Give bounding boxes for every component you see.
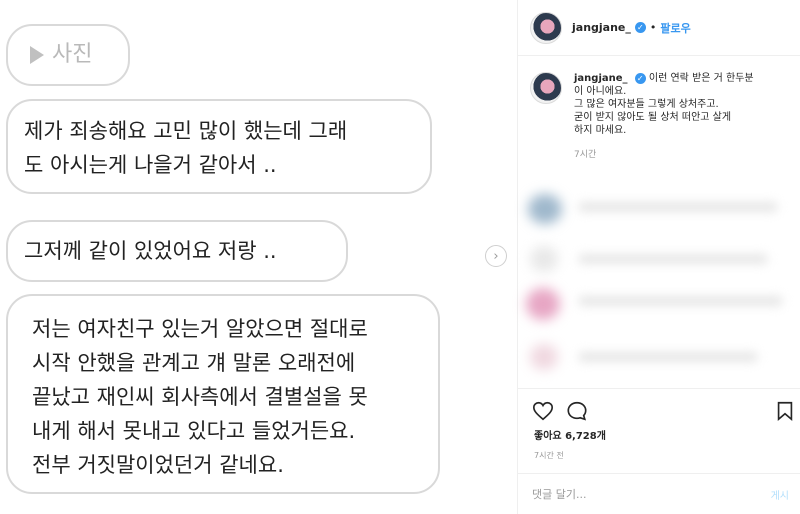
blurred-text	[578, 254, 768, 264]
message-line: 전부 거짓말이었던거 같네요.	[32, 453, 284, 477]
blurred-comment	[518, 284, 800, 324]
message-bubble-1: 제가 죄송해요 고민 많이 했는데 그래 도 아시는게 나을거 같아서 ..	[6, 99, 432, 194]
message-line: 그저께 같이 있었어요 저랑 ..	[24, 239, 277, 263]
blurred-avatar	[526, 288, 560, 320]
blurred-comment	[518, 190, 800, 230]
blurred-comment	[518, 240, 800, 280]
caption-line: 이 아니에요.	[574, 86, 627, 97]
blurred-text	[578, 296, 783, 306]
chevron-right-icon[interactable]: ›	[485, 245, 507, 267]
blurred-comment	[518, 338, 800, 378]
post-header: jangjane_ ✓ • 팔로우	[518, 0, 800, 56]
caption-lines: 이 아니에요. 그 많은 여자분들 그렇게 상처주고. 굳이 받지 않아도 될 …	[574, 85, 754, 137]
verified-badge-icon: ✓	[634, 22, 646, 33]
message-line: 저는 여자친구 있는거 알았으면 절대로	[32, 317, 368, 341]
header-username[interactable]: jangjane_	[572, 21, 631, 34]
separator: •	[649, 21, 657, 34]
caption-first-line: 이런 연락 받은 거 한두분	[648, 73, 754, 84]
play-icon	[30, 46, 44, 64]
caption-body: jangjane_ ✓ 이런 연락 받은 거 한두분 이 아니에요. 그 많은 …	[574, 72, 754, 162]
message-line: 도 아시는게 나을거 같아서 ..	[24, 153, 277, 177]
post-side-panel: jangjane_ ✓ • 팔로우 jangjane_ ✓ 이런 연락 받은 거…	[517, 0, 800, 514]
message-bubble-3: 저는 여자친구 있는거 알았으면 절대로 시작 안했을 관계고 걔 말론 오래전…	[6, 294, 440, 494]
action-bar	[518, 388, 800, 432]
message-line: 끝났고 재인씨 회사측에서 결별설을 못	[32, 385, 368, 409]
caption-line: 그 많은 여자분들 그렇게 상처주고.	[574, 99, 719, 110]
add-comment-bar: 댓글 달기... 게시	[518, 473, 800, 514]
caption: jangjane_ ✓ 이런 연락 받은 거 한두분 이 아니에요. 그 많은 …	[530, 72, 790, 162]
message-line: 시작 안했을 관계고 걔 말론 오래전에	[32, 351, 356, 375]
blurred-avatar	[528, 194, 562, 224]
verified-badge-icon: ✓	[634, 73, 646, 84]
message-bubble-2: 그저께 같이 있었어요 저랑 ..	[6, 220, 348, 282]
comment-bubble-icon[interactable]	[566, 400, 588, 422]
comment-input[interactable]: 댓글 달기...	[532, 486, 586, 502]
follow-button[interactable]: 팔로우	[660, 20, 690, 36]
post-media: 사진 제가 죄송해요 고민 많이 했는데 그래 도 아시는게 나을거 같아서 .…	[0, 0, 517, 514]
like-count[interactable]: 좋아요 6,728개	[534, 427, 606, 442]
blurred-avatar	[530, 344, 558, 370]
caption-line: 굳이 받지 않아도 될 상처 떠안고 살게	[574, 112, 732, 123]
caption-username[interactable]: jangjane_	[574, 73, 628, 84]
caption-line: 하지 마세요.	[574, 125, 627, 136]
photo-bubble: 사진	[6, 24, 130, 86]
bookmark-icon[interactable]	[774, 400, 796, 422]
message-line: 내게 해서 못내고 있다고 들었거든요.	[32, 419, 356, 443]
avatar[interactable]	[530, 72, 562, 104]
caption-time: 7시간	[574, 150, 597, 160]
heart-icon[interactable]	[532, 400, 554, 422]
blurred-avatar	[530, 246, 558, 272]
blurred-text	[578, 352, 758, 362]
photo-label: 사진	[52, 42, 93, 67]
message-line: 제가 죄송해요 고민 많이 했는데 그래	[24, 119, 348, 143]
post-comment-button[interactable]: 게시	[771, 487, 789, 502]
post-time: 7시간 전	[534, 451, 564, 460]
blurred-text	[578, 202, 778, 212]
avatar[interactable]	[530, 11, 562, 44]
